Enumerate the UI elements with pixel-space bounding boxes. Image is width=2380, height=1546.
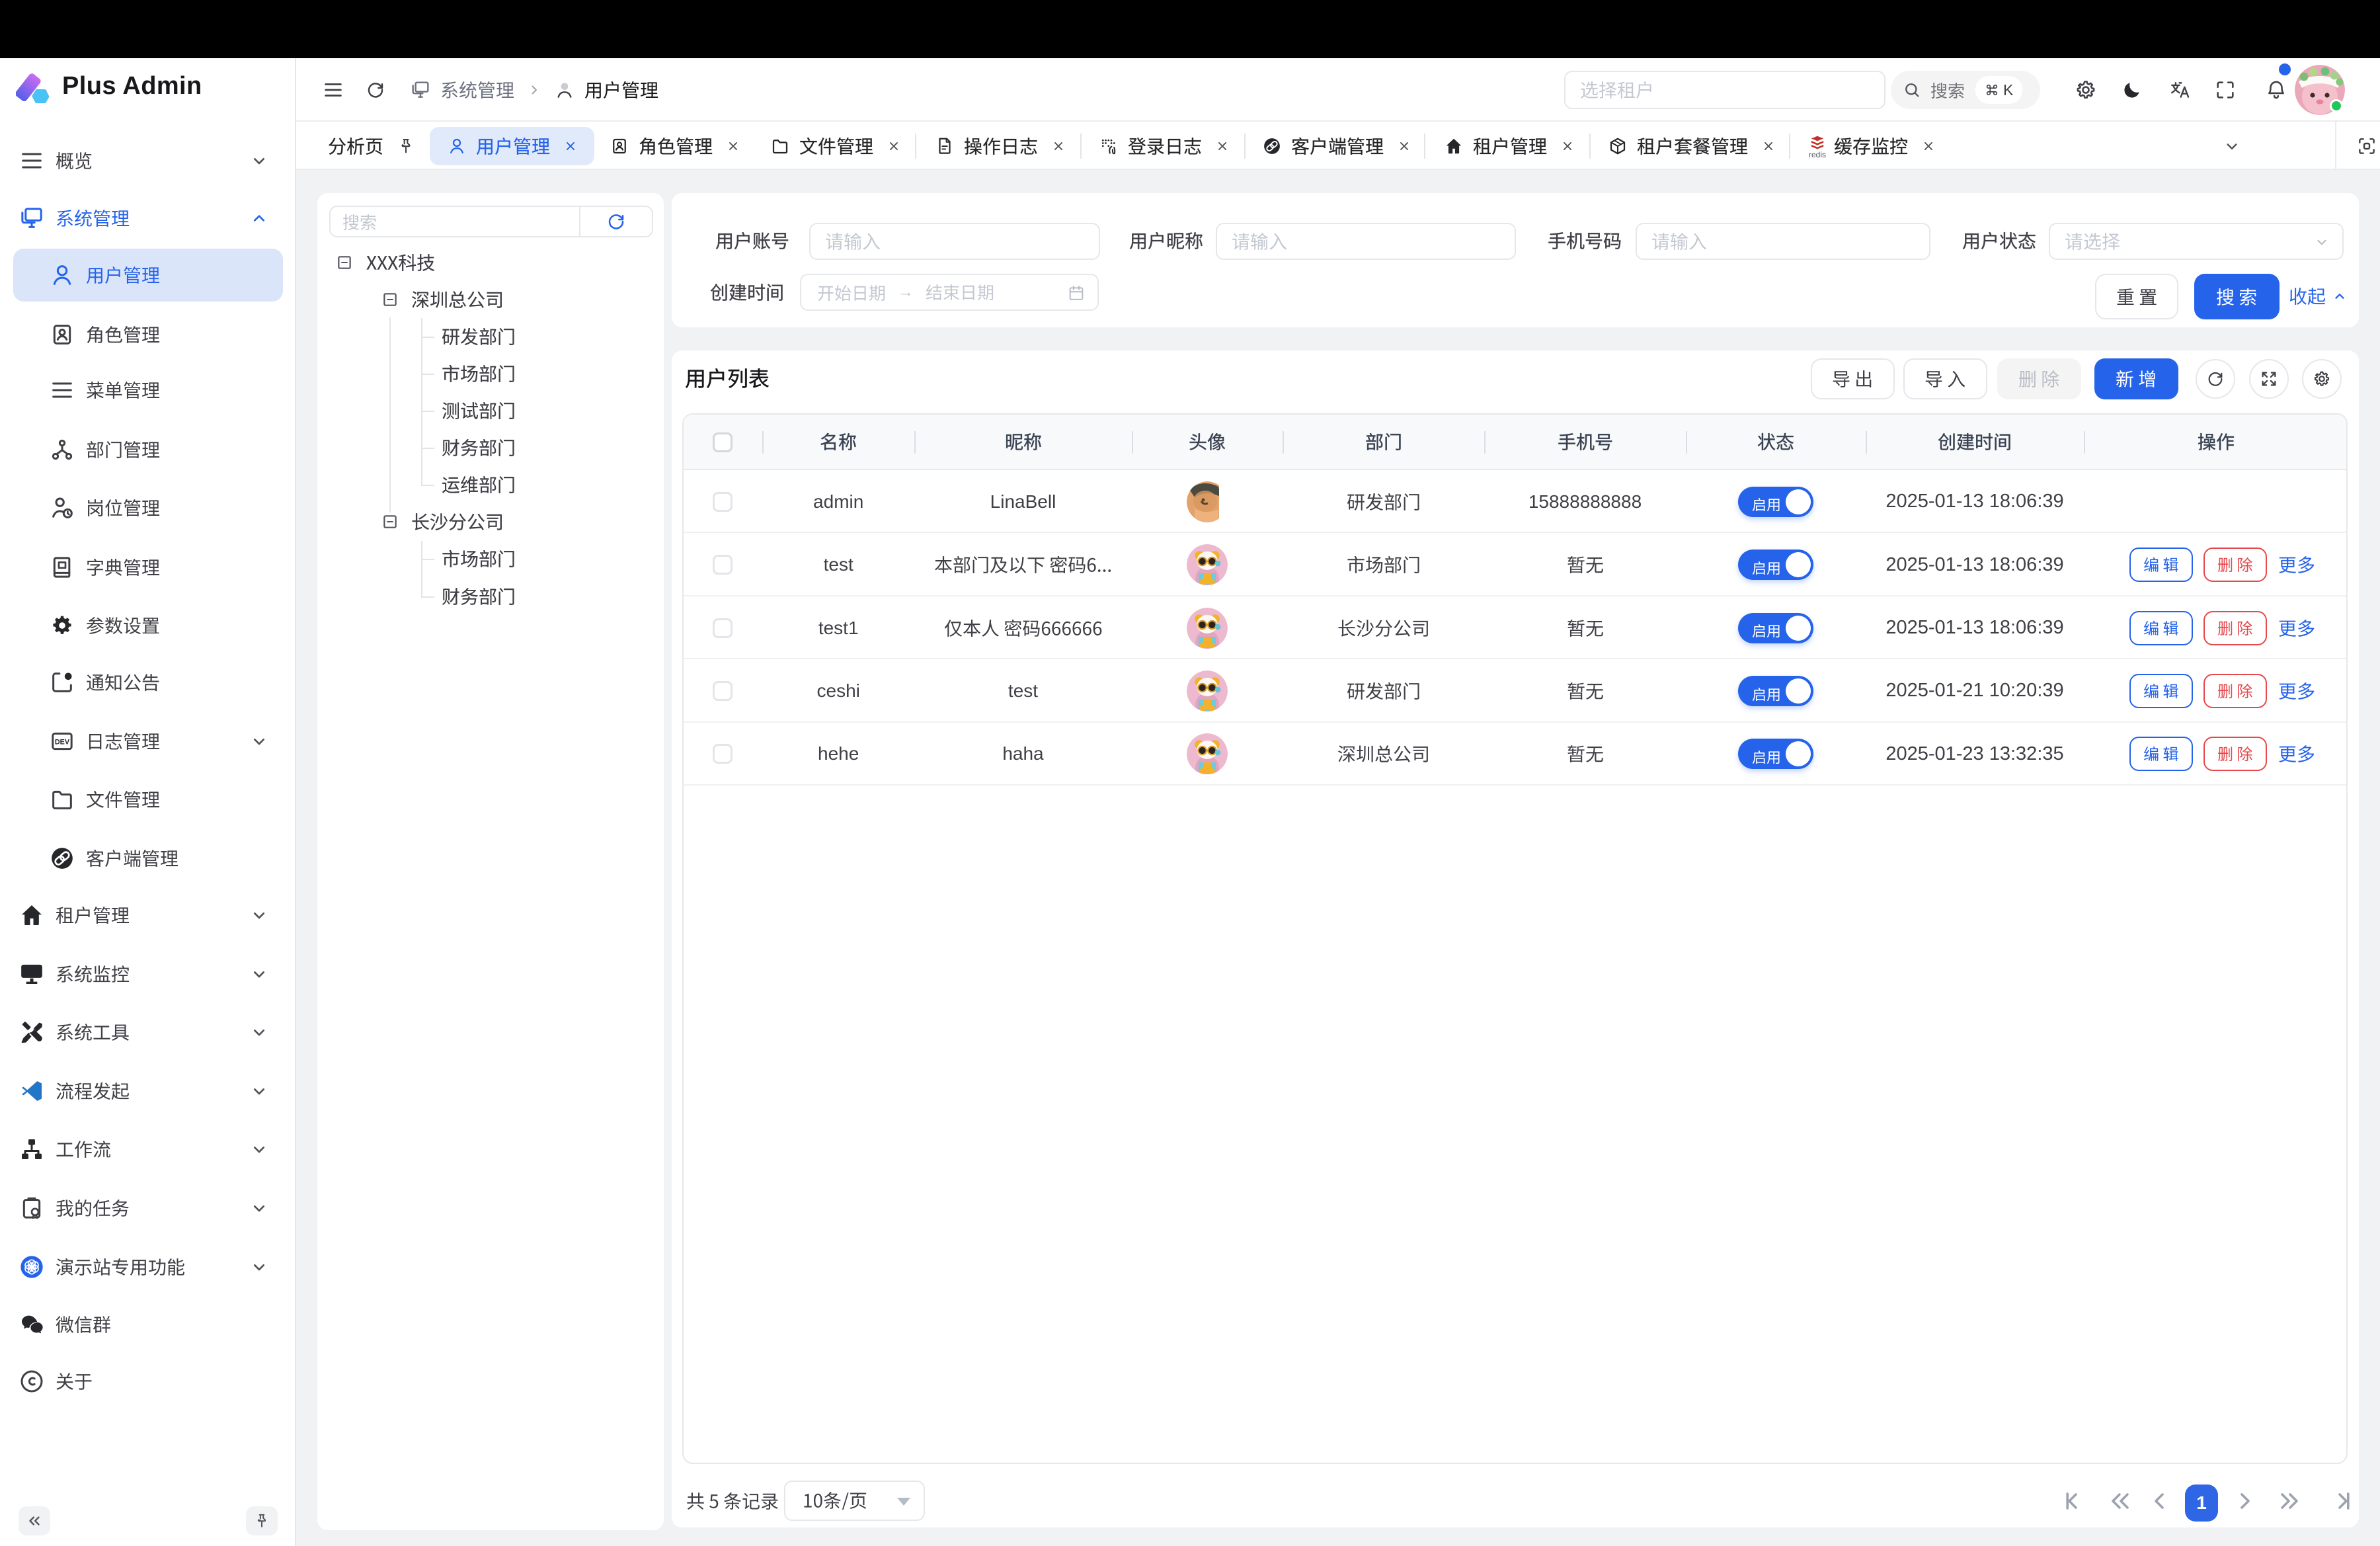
svg-text:DEV: DEV bbox=[55, 739, 70, 747]
